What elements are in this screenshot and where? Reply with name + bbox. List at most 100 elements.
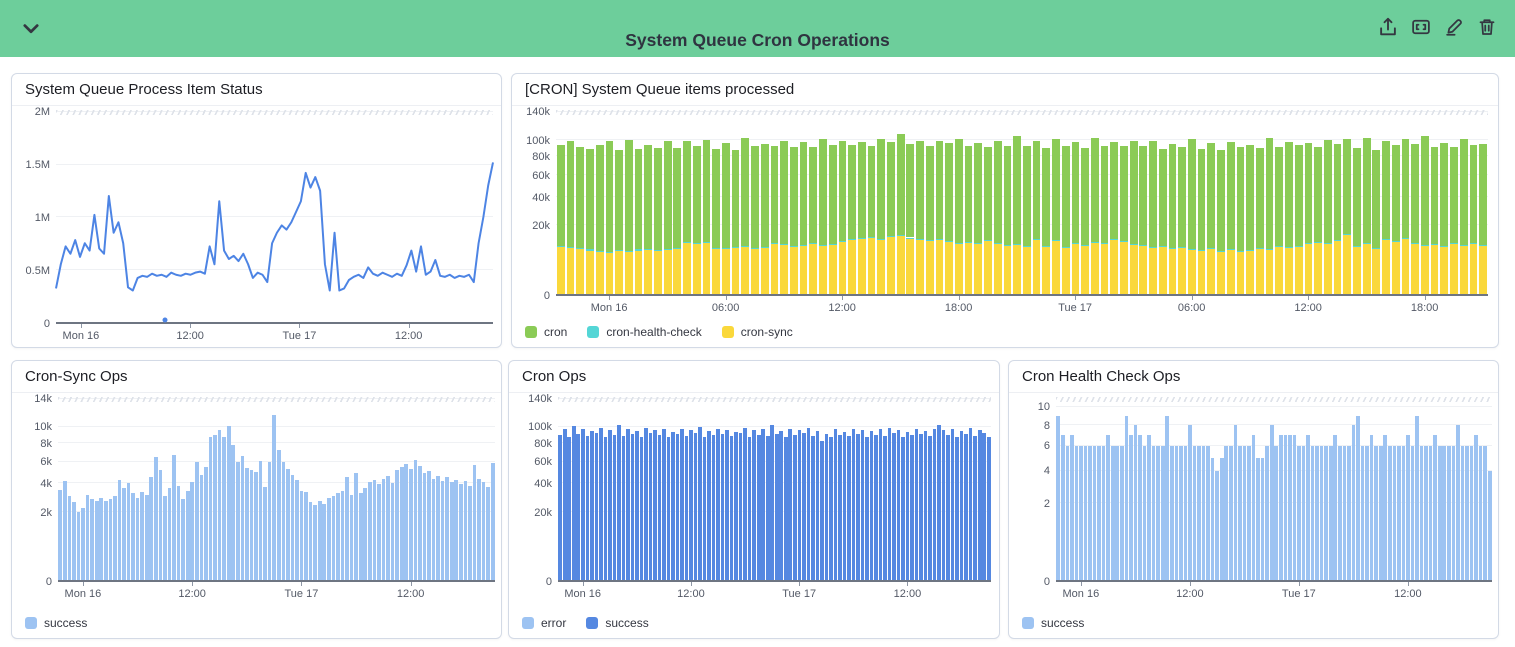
bar-segment-cron-health-check — [858, 238, 866, 239]
copy-to-dashboard-icon[interactable] — [1411, 17, 1431, 37]
bar-segment-cron-sync — [1275, 247, 1283, 294]
x-tick-mark — [583, 582, 584, 586]
plot-area[interactable]: Mon 1612:00Tue 1712:00 — [58, 399, 495, 582]
y-tick-label: 140k — [528, 393, 552, 405]
bar-segment-success — [1097, 446, 1101, 580]
legend-item-error[interactable]: error — [522, 616, 566, 630]
bar-segment-cron-health-check — [1266, 249, 1274, 250]
bar-segment-success — [595, 433, 599, 580]
bar-segment-cron — [1159, 149, 1167, 246]
bar-segment-success — [1061, 435, 1065, 580]
bar-segment-cron-sync — [1343, 235, 1351, 294]
bar-segment-cron — [1479, 144, 1487, 245]
bar-segment-cron — [1227, 142, 1235, 249]
y-axis: 00.5M1M1.5M2M — [10, 112, 50, 324]
bar-segment-cron-health-check — [1421, 245, 1429, 246]
bar-segment-cron — [1198, 149, 1206, 250]
panel-title: Cron Health Check Ops — [1009, 361, 1498, 393]
bar-segment-cron-sync — [809, 244, 817, 294]
bar-segment-cron-health-check — [741, 246, 749, 247]
bar-segment-cron-health-check — [1149, 247, 1157, 248]
bar-segment-success — [1284, 435, 1288, 580]
bar-segment-success — [236, 462, 240, 580]
bar-segment-cron-sync — [926, 241, 934, 294]
bar-segment-cron-health-check — [1110, 239, 1118, 240]
legend-item-cron-health-check[interactable]: cron-health-check — [587, 325, 701, 339]
bar-segment-cron-sync — [829, 245, 837, 294]
bar-segment-success — [77, 512, 81, 580]
bar-segment-success — [847, 436, 851, 580]
bar-segment-cron — [1052, 139, 1060, 240]
bar-segment-success — [486, 487, 490, 580]
bar-segment-success — [843, 432, 847, 580]
x-tick-mark — [799, 582, 800, 586]
bar-segment-cron-health-check — [936, 239, 944, 240]
bar-segment-success — [969, 428, 973, 580]
bar-segment-cron-sync — [1072, 244, 1080, 294]
bar-segment-success — [350, 495, 354, 580]
bar-segment-success — [1170, 446, 1174, 580]
y-axis: 020k40k60k80k100k140k — [512, 399, 552, 582]
header-actions — [1378, 17, 1497, 37]
bar-segment-cron-sync — [839, 242, 847, 294]
bar-segment-cron — [809, 147, 817, 243]
bar-segment-success — [1252, 435, 1256, 580]
x-tick-label: Mon 16 — [65, 588, 102, 600]
legend-item-cron[interactable]: cron — [525, 325, 567, 339]
y-tick-label: 40k — [534, 478, 552, 490]
bar-segment-success — [1452, 446, 1456, 580]
x-tick-mark — [1299, 582, 1300, 586]
delete-trash-icon[interactable] — [1477, 17, 1497, 37]
bar-segment-success — [395, 470, 399, 580]
x-tick-label: Mon 16 — [1062, 588, 1099, 600]
y-tick-label: 0.5M — [26, 265, 50, 277]
edit-pencil-icon[interactable] — [1444, 17, 1464, 37]
plot-area[interactable]: Mon 1612:00Tue 1712:00 — [1056, 399, 1492, 582]
share-export-icon[interactable] — [1378, 17, 1398, 37]
bar-segment-cron-health-check — [1130, 244, 1138, 245]
legend-item-success[interactable]: success — [586, 616, 648, 630]
bar-segment-success — [1324, 446, 1328, 580]
bar-segment-cron — [1266, 138, 1274, 249]
bar-segment-success — [558, 435, 562, 580]
plot-area[interactable]: Mon 1612:00Tue 1712:00 — [558, 399, 991, 582]
bar-segment-success — [1106, 435, 1110, 580]
bar-segment-success — [241, 456, 245, 580]
bar-segment-cron-health-check — [945, 241, 953, 242]
bar-segment-success — [118, 480, 122, 580]
bar-segment-cron-sync — [858, 239, 866, 294]
legend-item-success[interactable]: success — [1022, 616, 1084, 630]
bar-segment-cron — [596, 145, 604, 251]
bar-segment-cron-health-check — [839, 241, 847, 242]
bar-segment-success — [712, 435, 716, 580]
bar-segment-cron — [1246, 145, 1254, 250]
bar-segment-cron — [1382, 141, 1390, 239]
bar-segment-cron — [1450, 147, 1458, 242]
bar-segment-cron-health-check — [1431, 244, 1439, 245]
bar-segment-success — [1265, 446, 1269, 580]
bar-segment-success — [1270, 425, 1274, 580]
bar-segment-cron-health-check — [615, 250, 623, 251]
bar-segment-success — [883, 436, 887, 580]
bar-segment-cron — [1149, 141, 1157, 248]
x-tick-mark — [907, 582, 908, 586]
bar-segment-success — [734, 432, 738, 580]
bar-segment-success — [195, 462, 199, 580]
bar-segment-success — [1111, 446, 1115, 580]
legend-label: success — [1041, 616, 1084, 630]
bar-segment-success — [919, 434, 923, 580]
bar-segment-success — [874, 435, 878, 580]
bar-segment-cron-sync — [1207, 249, 1215, 294]
legend-item-success[interactable]: success — [25, 616, 87, 630]
plot-area[interactable]: Mon 1612:00Tue 1712:00 — [56, 112, 493, 324]
bar-segment-success — [127, 483, 131, 580]
bar-segment-success — [784, 437, 788, 581]
bar-segment-cron-health-check — [926, 240, 934, 241]
x-tick-label: Tue 17 — [1282, 588, 1316, 600]
bar-chart: 0246810 Mon 1612:00Tue 1712:00 — [1056, 399, 1492, 582]
legend-item-cron-sync[interactable]: cron-sync — [722, 325, 793, 339]
plot-area[interactable]: Mon 1606:0012:0018:00Tue 1706:0012:0018:… — [556, 112, 1488, 296]
bar-segment-success — [1461, 446, 1465, 580]
legend-swatch — [525, 326, 537, 338]
bar-segment-success — [482, 482, 486, 580]
